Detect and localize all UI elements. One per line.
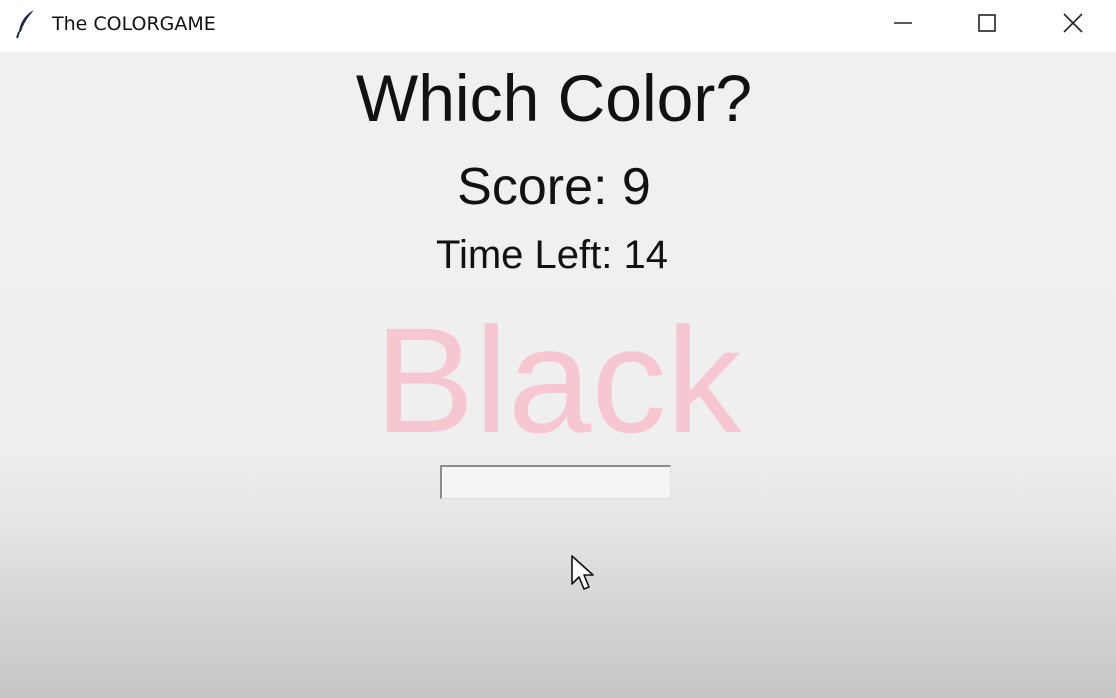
maximize-button[interactable] bbox=[944, 0, 1030, 46]
instructions-heading: Which Color? bbox=[355, 61, 753, 135]
mouse-pointer-icon bbox=[571, 555, 594, 590]
color-word-label: Black bbox=[374, 296, 742, 464]
minimize-button[interactable] bbox=[860, 0, 946, 46]
game-window-body: Which Color? Score: 9 Time Left: 14 Blac… bbox=[0, 52, 1116, 698]
feather-icon bbox=[16, 9, 35, 39]
close-button[interactable] bbox=[1030, 0, 1116, 46]
time-left-label: Time Left: 14 bbox=[436, 233, 668, 277]
minimize-icon bbox=[894, 22, 912, 24]
window-title: The COLORGAME bbox=[52, 13, 216, 35]
close-icon bbox=[1063, 13, 1083, 33]
score-label: Score: 9 bbox=[457, 158, 651, 216]
color-answer-input[interactable] bbox=[440, 465, 671, 499]
maximize-icon bbox=[978, 14, 996, 32]
title-bar: The COLORGAME bbox=[0, 0, 1116, 52]
